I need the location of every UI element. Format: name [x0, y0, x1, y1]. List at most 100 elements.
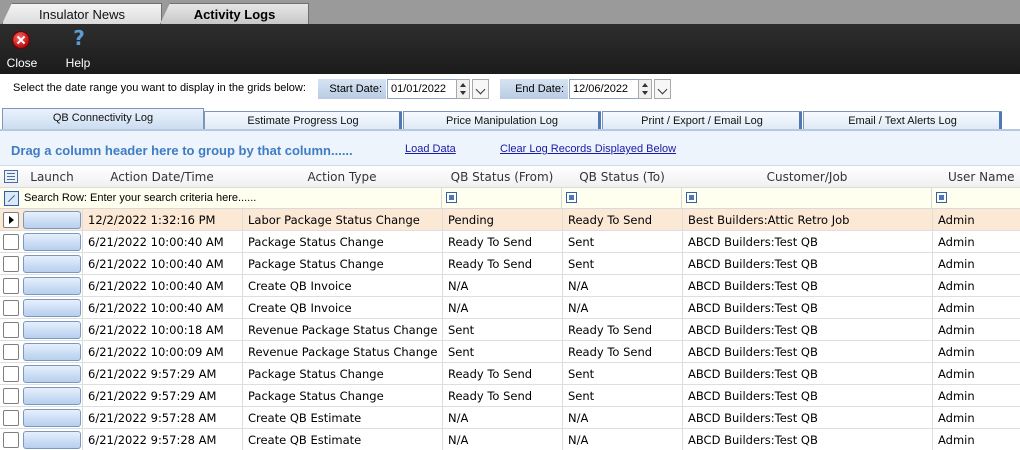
- cell-action-type[interactable]: Create QB Estimate: [242, 407, 442, 429]
- cell-action-date-time[interactable]: 12/2/2022 1:32:16 PM: [82, 209, 242, 231]
- table-row[interactable]: 6/21/2022 9:57:28 AM Create QB Estimate N/…: [0, 407, 1020, 429]
- cell-user-name[interactable]: Admin: [932, 275, 1020, 297]
- cell-qb-status-to[interactable]: N/A: [562, 297, 682, 319]
- help-button[interactable]: ? Help: [56, 26, 100, 72]
- launch-button[interactable]: [23, 211, 81, 229]
- cell-qb-status-from[interactable]: Ready To Send: [442, 253, 562, 275]
- cell-action-type[interactable]: Labor Package Status Change: [242, 209, 442, 231]
- table-row[interactable]: 6/21/2022 9:57:28 AM Create QB Estimate N/…: [0, 429, 1020, 450]
- cell-qb-status-to[interactable]: Ready To Send: [562, 319, 682, 341]
- cell-qb-status-from[interactable]: Ready To Send: [442, 231, 562, 253]
- cell-action-date-time[interactable]: 6/21/2022 10:00:40 AM: [82, 297, 242, 319]
- cell-user-name[interactable]: Admin: [932, 385, 1020, 407]
- cell-qb-status-to[interactable]: Sent: [562, 253, 682, 275]
- row-selector[interactable]: [3, 278, 19, 294]
- cell-user-name[interactable]: Admin: [932, 407, 1020, 429]
- tab-insulator-news[interactable]: Insulator News: [2, 3, 162, 24]
- cell-qb-status-from[interactable]: N/A: [442, 429, 562, 450]
- cell-user-name[interactable]: Admin: [932, 297, 1020, 319]
- cell-customer-job[interactable]: ABCD Builders:Test QB: [682, 253, 932, 275]
- filter-user-name-icon[interactable]: [936, 192, 947, 203]
- start-date-dropdown[interactable]: [472, 79, 489, 99]
- tab-estimate-progress-log[interactable]: Estimate Progress Log: [204, 111, 402, 131]
- search-row[interactable]: Search Row: Enter your search criteria h…: [0, 188, 1020, 209]
- launch-button[interactable]: [23, 431, 81, 449]
- cell-action-type[interactable]: Create QB Invoice: [242, 297, 442, 319]
- cell-action-date-time[interactable]: 6/21/2022 9:57:28 AM: [82, 429, 242, 450]
- col-header-customer-job[interactable]: Customer/Job: [682, 166, 932, 188]
- row-selector[interactable]: [3, 344, 19, 360]
- cell-user-name[interactable]: Admin: [932, 341, 1020, 363]
- start-date-spinner[interactable]: [456, 79, 470, 99]
- cell-action-type[interactable]: Package Status Change: [242, 385, 442, 407]
- table-row[interactable]: 12/2/2022 1:32:16 PM Labor Package Status…: [0, 209, 1020, 231]
- row-selector[interactable]: [3, 388, 19, 404]
- cell-action-date-time[interactable]: 6/21/2022 10:00:40 AM: [82, 231, 242, 253]
- cell-action-type[interactable]: Package Status Change: [242, 253, 442, 275]
- cell-action-type[interactable]: Revenue Package Status Change: [242, 319, 442, 341]
- launch-button[interactable]: [23, 255, 81, 273]
- cell-action-date-time[interactable]: 6/21/2022 9:57:29 AM: [82, 385, 242, 407]
- cell-qb-status-from[interactable]: Sent: [442, 319, 562, 341]
- cell-action-date-time[interactable]: 6/21/2022 10:00:40 AM: [82, 275, 242, 297]
- cell-qb-status-to[interactable]: Sent: [562, 231, 682, 253]
- cell-customer-job[interactable]: ABCD Builders:Test QB: [682, 275, 932, 297]
- table-row[interactable]: 6/21/2022 10:00:09 AM Revenue Package Sta…: [0, 341, 1020, 363]
- table-row[interactable]: 6/21/2022 10:00:40 AM Package Status Chan…: [0, 253, 1020, 275]
- start-date-input[interactable]: [387, 79, 457, 99]
- table-row[interactable]: 6/21/2022 10:00:18 AM Revenue Package Sta…: [0, 319, 1020, 341]
- cell-user-name[interactable]: Admin: [932, 429, 1020, 450]
- cell-action-type[interactable]: Revenue Package Status Change: [242, 341, 442, 363]
- table-row[interactable]: 6/21/2022 9:57:29 AM Package Status Chang…: [0, 363, 1020, 385]
- cell-action-date-time[interactable]: 6/21/2022 10:00:18 AM: [82, 319, 242, 341]
- cell-customer-job[interactable]: ABCD Builders:Test QB: [682, 363, 932, 385]
- tab-price-manipulation-log[interactable]: Price Manipulation Log: [403, 111, 601, 131]
- cell-qb-status-to[interactable]: Ready To Send: [562, 209, 682, 231]
- cell-customer-job[interactable]: ABCD Builders:Test QB: [682, 231, 932, 253]
- cell-customer-job[interactable]: ABCD Builders:Test QB: [682, 341, 932, 363]
- cell-action-type[interactable]: Create QB Estimate: [242, 429, 442, 450]
- tab-qb-connectivity-log[interactable]: QB Connectivity Log: [2, 108, 204, 130]
- filter-qb-status-to-icon[interactable]: [566, 192, 577, 203]
- cell-user-name[interactable]: Admin: [932, 231, 1020, 253]
- cell-qb-status-from[interactable]: Pending: [442, 209, 562, 231]
- column-chooser-icon[interactable]: [4, 170, 18, 183]
- cell-user-name[interactable]: Admin: [932, 363, 1020, 385]
- cell-qb-status-to[interactable]: N/A: [562, 275, 682, 297]
- table-row[interactable]: 6/21/2022 10:00:40 AM Create QB Invoice N/…: [0, 297, 1020, 319]
- cell-action-date-time[interactable]: 6/21/2022 9:57:28 AM: [82, 407, 242, 429]
- cell-customer-job[interactable]: Best Builders:Attic Retro Job: [682, 209, 932, 231]
- row-selector[interactable]: [3, 256, 19, 272]
- launch-button[interactable]: [23, 409, 81, 427]
- cell-qb-status-from[interactable]: Sent: [442, 341, 562, 363]
- row-selector[interactable]: [3, 410, 19, 426]
- cell-customer-job[interactable]: ABCD Builders:Test QB: [682, 297, 932, 319]
- cell-action-type[interactable]: Package Status Change: [242, 363, 442, 385]
- cell-qb-status-to[interactable]: Ready To Send: [562, 341, 682, 363]
- cell-qb-status-from[interactable]: Ready To Send: [442, 363, 562, 385]
- cell-qb-status-from[interactable]: N/A: [442, 407, 562, 429]
- cell-user-name[interactable]: Admin: [932, 209, 1020, 231]
- cell-action-type[interactable]: Create QB Invoice: [242, 275, 442, 297]
- col-header-action-date-time[interactable]: Action Date/Time: [82, 166, 242, 188]
- col-header-qb-status-to[interactable]: QB Status (To): [562, 166, 682, 188]
- clear-log-records-link[interactable]: Clear Log Records Displayed Below: [500, 143, 676, 155]
- col-header-user-name[interactable]: User Name: [932, 166, 1020, 188]
- launch-button[interactable]: [23, 277, 81, 295]
- table-row[interactable]: 6/21/2022 10:00:40 AM Package Status Chan…: [0, 231, 1020, 253]
- launch-button[interactable]: [23, 365, 81, 383]
- row-selector[interactable]: [3, 432, 19, 448]
- cell-action-date-time[interactable]: 6/21/2022 9:57:29 AM: [82, 363, 242, 385]
- row-selector[interactable]: [3, 322, 19, 338]
- table-row[interactable]: 6/21/2022 9:57:29 AM Package Status Chang…: [0, 385, 1020, 407]
- cell-qb-status-from[interactable]: N/A: [442, 275, 562, 297]
- cell-qb-status-to[interactable]: N/A: [562, 407, 682, 429]
- tab-print-export-email-log[interactable]: Print / Export / Email Log: [602, 111, 802, 131]
- end-date-dropdown[interactable]: [654, 79, 671, 99]
- end-date-input[interactable]: [569, 79, 639, 99]
- col-header-launch[interactable]: Launch: [22, 166, 82, 188]
- row-selector[interactable]: [3, 212, 19, 228]
- cell-user-name[interactable]: Admin: [932, 253, 1020, 275]
- end-date-spinner[interactable]: [638, 79, 652, 99]
- load-data-link[interactable]: Load Data: [405, 143, 456, 155]
